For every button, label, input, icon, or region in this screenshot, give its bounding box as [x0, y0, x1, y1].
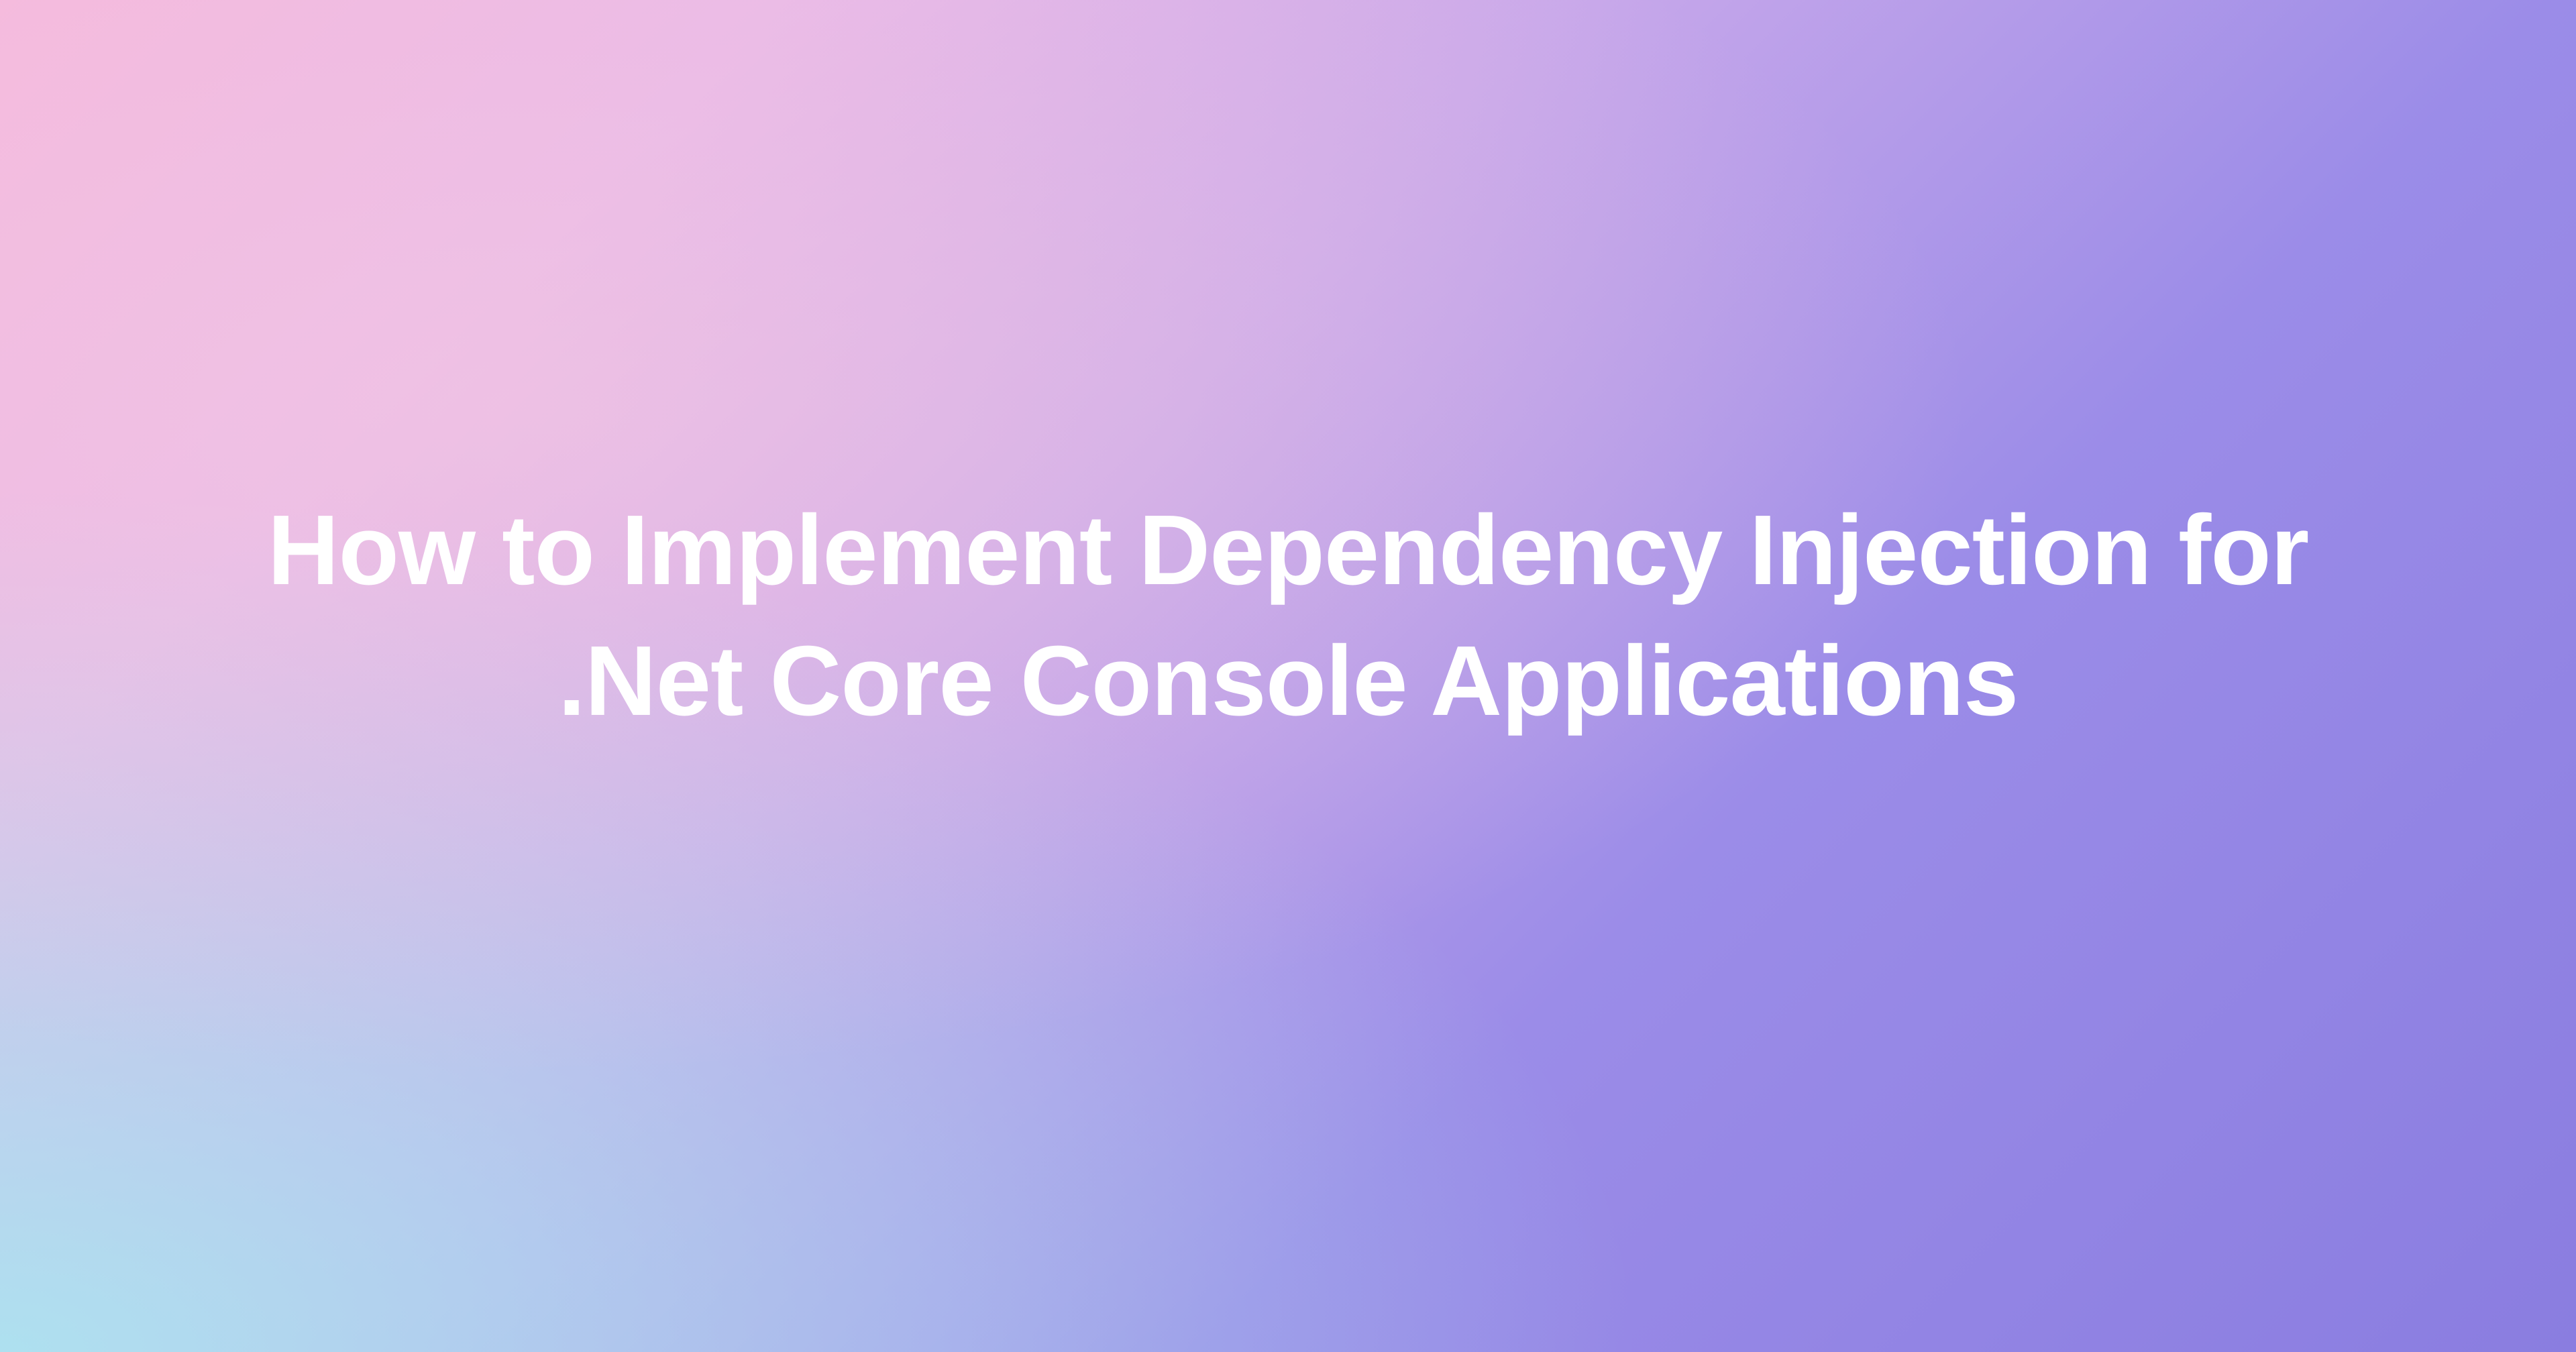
title-wrapper: How to Implement Dependency Injection fo… — [0, 485, 2576, 747]
hero-banner: How to Implement Dependency Injection fo… — [0, 0, 2576, 1352]
hero-title: How to Implement Dependency Injection fo… — [174, 485, 2402, 747]
